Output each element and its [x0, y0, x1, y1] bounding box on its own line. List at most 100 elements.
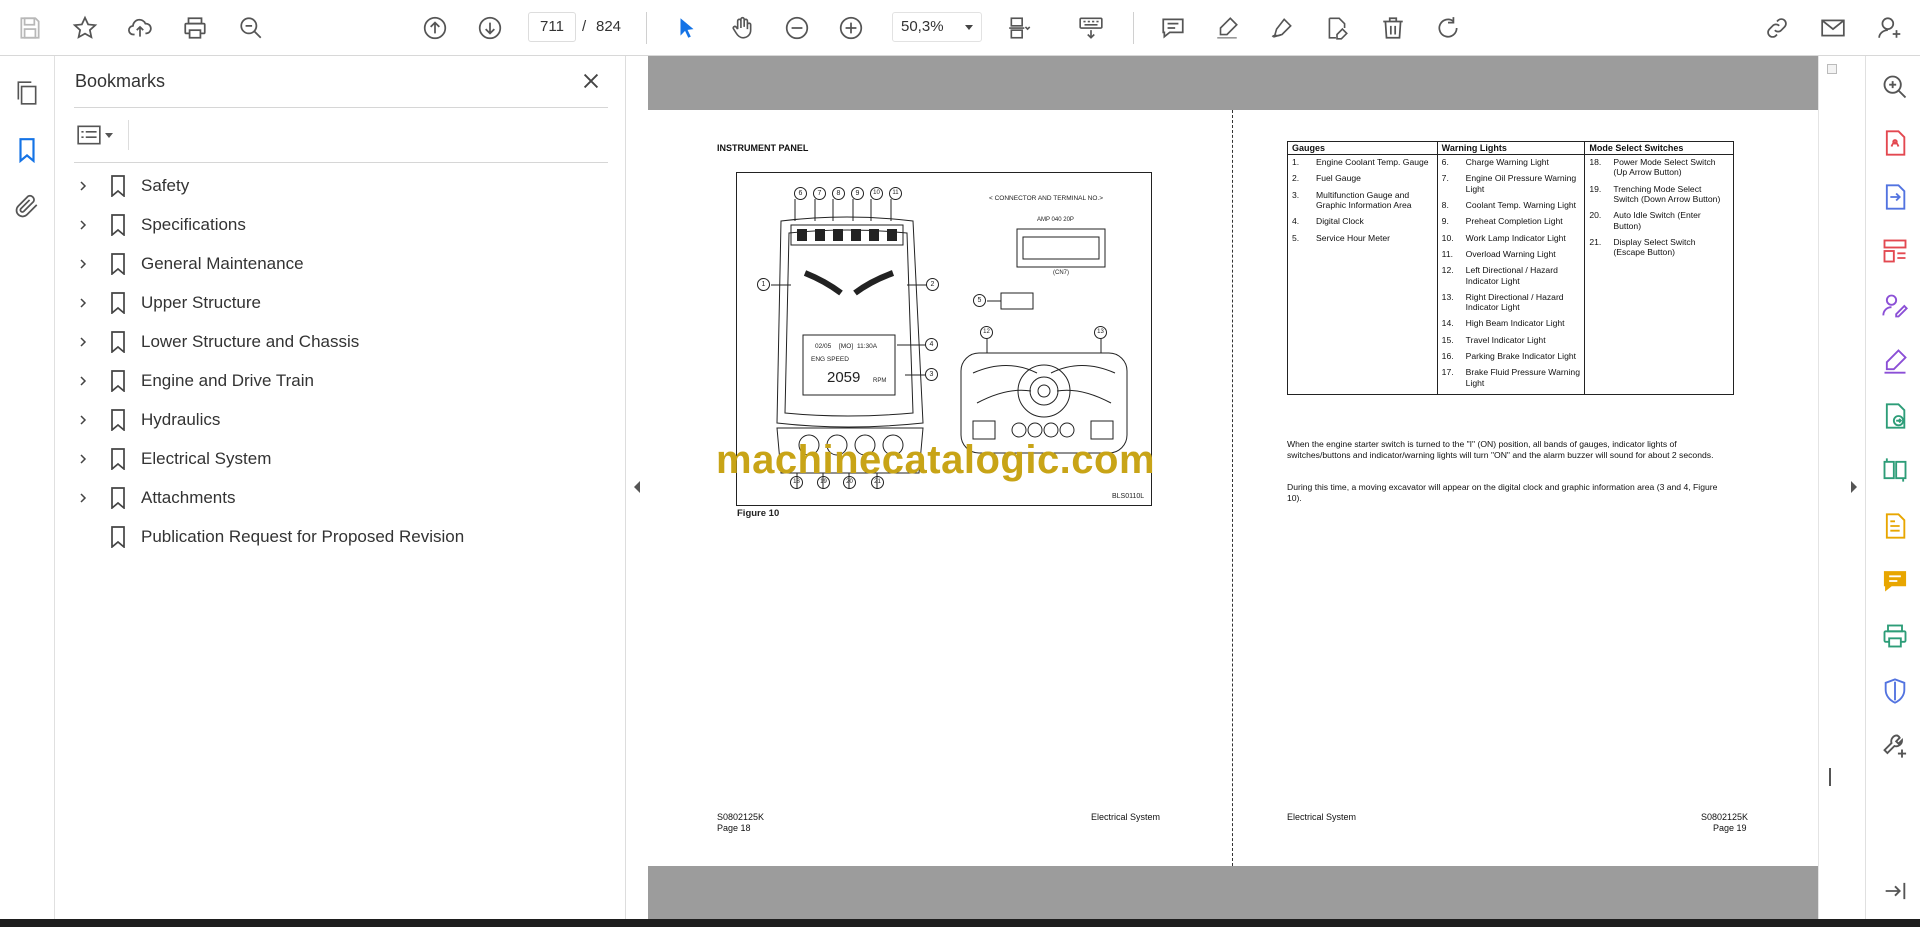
- fill-sign-icon[interactable]: [1878, 344, 1912, 378]
- compare-files-icon[interactable]: [1878, 453, 1912, 487]
- organize-pages-icon[interactable]: [1878, 234, 1912, 268]
- callout-10: 10: [870, 187, 883, 200]
- select-cursor-icon[interactable]: [669, 10, 705, 46]
- footer-section: Electrical System: [1287, 812, 1357, 822]
- export-document-icon[interactable]: [1878, 399, 1912, 433]
- callout-7: 7: [813, 187, 826, 200]
- bookmark-label: Upper Structure: [141, 292, 261, 312]
- document-page-18: INSTRUMENT PANEL 6 7 8 9 10 11 1 2 4 3 5…: [648, 110, 1233, 866]
- scroll-position-marker: [1829, 768, 1831, 786]
- create-pdf-icon[interactable]: [1878, 509, 1912, 543]
- list-item: 15. Travel Indicator Light: [1441, 334, 1546, 345]
- email-icon[interactable]: [1815, 10, 1851, 46]
- trash-icon[interactable]: [1375, 10, 1411, 46]
- toolbar-divider: [646, 12, 647, 44]
- divider: [128, 120, 129, 150]
- more-tools-icon[interactable]: [1878, 729, 1912, 763]
- chevron-right-icon[interactable]: [76, 413, 90, 427]
- list-item: 20. Auto Idle Switch (Enter Button): [1589, 210, 1701, 231]
- gauges-column: 1. Engine Coolant Temp. Gauge 2. Fuel Gaug…: [1287, 154, 1438, 390]
- bookmark-item-general-maintenance[interactable]: General Maintenance: [72, 244, 612, 283]
- bookmark-item-electrical-system[interactable]: Electrical System: [72, 439, 612, 478]
- instrument-legend-table: Gauges Warning Lights Mode Select Switch…: [1287, 141, 1734, 395]
- chevron-right-icon[interactable]: [76, 335, 90, 349]
- bookmark-panel-icon[interactable]: [10, 133, 44, 167]
- toolbar-divider: [1133, 12, 1134, 44]
- export-pdf-icon[interactable]: [1878, 126, 1912, 160]
- list-item: 21. Display Select Switch (Escape Button): [1589, 236, 1696, 258]
- hand-tool-icon[interactable]: [724, 10, 760, 46]
- next-page-icon[interactable]: [472, 10, 508, 46]
- bookmark-label: Attachments: [141, 487, 236, 507]
- convert-pdf-icon[interactable]: [1878, 180, 1912, 214]
- page-fit-icon[interactable]: [1002, 10, 1038, 46]
- print-icon[interactable]: [177, 10, 213, 46]
- redo-icon[interactable]: [1430, 10, 1466, 46]
- comment-icon[interactable]: [1155, 10, 1191, 46]
- draw-pen-icon[interactable]: [1264, 10, 1300, 46]
- edit-text-icon[interactable]: [1319, 10, 1355, 46]
- zoom-search-icon[interactable]: [233, 10, 269, 46]
- list-item: 16. Parking Brake Indicator Light: [1441, 351, 1577, 362]
- previous-page-icon[interactable]: [417, 10, 453, 46]
- save-icon[interactable]: [12, 10, 48, 46]
- zoom-level-select[interactable]: 50,3%: [892, 12, 982, 42]
- bookmark-options-button[interactable]: [76, 120, 120, 150]
- bookmark-item-hydraulics[interactable]: Hydraulics: [72, 400, 612, 439]
- page-number-input[interactable]: 711: [528, 12, 576, 42]
- chevron-right-icon[interactable]: [76, 491, 90, 505]
- page-thumbnails-icon[interactable]: [10, 76, 44, 110]
- expand-panel-icon[interactable]: [1878, 874, 1912, 908]
- comment-tool-icon[interactable]: [1878, 564, 1912, 598]
- callout-3: 3: [925, 368, 938, 381]
- highlighter-icon[interactable]: [1209, 10, 1245, 46]
- bookmark-icon: [111, 486, 125, 509]
- list-item: 8. Coolant Temp. Warning Light: [1441, 199, 1577, 210]
- scrollbar-thumb[interactable]: [1827, 64, 1837, 74]
- left-navigation-rail: [0, 56, 55, 919]
- vertical-scrollbar[interactable]: [1818, 56, 1843, 919]
- collapse-left-panel-button[interactable]: [626, 56, 648, 919]
- chevron-right-icon[interactable]: [76, 218, 90, 232]
- chevron-right-icon[interactable]: [76, 179, 90, 193]
- account-add-icon[interactable]: [1872, 10, 1908, 46]
- bookmark-item-specifications[interactable]: Specifications: [72, 205, 612, 244]
- close-icon[interactable]: [576, 66, 606, 96]
- bookmark-label: Publication Request for Proposed Revisio…: [141, 526, 465, 546]
- zoom-out-icon[interactable]: [779, 10, 815, 46]
- bookmark-item-engine-drive-train[interactable]: Engine and Drive Train: [72, 361, 612, 400]
- connector-note: (CN7): [1053, 270, 1069, 276]
- bookmark-label: Specifications: [141, 214, 246, 234]
- keyboard-icon[interactable]: [1073, 10, 1109, 46]
- divider: [74, 162, 608, 163]
- chevron-right-icon[interactable]: [76, 452, 90, 466]
- bookmark-item-publication-request[interactable]: Publication Request for Proposed Revisio…: [72, 517, 612, 556]
- bookmark-item-attachments[interactable]: Attachments: [72, 478, 612, 517]
- protect-shield-icon[interactable]: [1878, 674, 1912, 708]
- zoom-tool-icon[interactable]: [1878, 70, 1912, 104]
- cloud-upload-icon[interactable]: [122, 10, 158, 46]
- collapse-right-panel-button[interactable]: [1843, 56, 1865, 919]
- list-item: 3. Multifunction Gauge and Graphic Inform…: [1292, 189, 1412, 210]
- bookmarks-panel: Bookmarks Safety Specifications General …: [56, 56, 626, 919]
- bookmark-item-lower-structure[interactable]: Lower Structure and Chassis: [72, 322, 612, 361]
- top-toolbar: 711 / 824 50,3%: [0, 0, 1920, 56]
- star-icon[interactable]: [67, 10, 103, 46]
- zoom-in-icon[interactable]: [833, 10, 869, 46]
- chevron-right-icon[interactable]: [76, 257, 90, 271]
- callout-12: 12: [980, 326, 993, 339]
- chevron-right-icon: [1851, 481, 1857, 493]
- callout-6: 6: [794, 187, 807, 200]
- chevron-right-icon[interactable]: [76, 296, 90, 310]
- footer-page-number: Page 19: [1713, 823, 1747, 833]
- document-viewer[interactable]: INSTRUMENT PANEL 6 7 8 9 10 11 1 2 4 3 5…: [648, 56, 1818, 919]
- section-heading: INSTRUMENT PANEL: [717, 143, 809, 153]
- bookmark-item-upper-structure[interactable]: Upper Structure: [72, 283, 612, 322]
- bookmark-item-safety[interactable]: Safety: [72, 166, 612, 205]
- bookmark-label: Engine and Drive Train: [141, 370, 314, 390]
- chevron-right-icon[interactable]: [76, 374, 90, 388]
- request-signatures-icon[interactable]: [1878, 289, 1912, 323]
- attachment-icon[interactable]: [10, 189, 44, 223]
- share-link-icon[interactable]: [1759, 10, 1795, 46]
- print-production-icon[interactable]: [1878, 619, 1912, 653]
